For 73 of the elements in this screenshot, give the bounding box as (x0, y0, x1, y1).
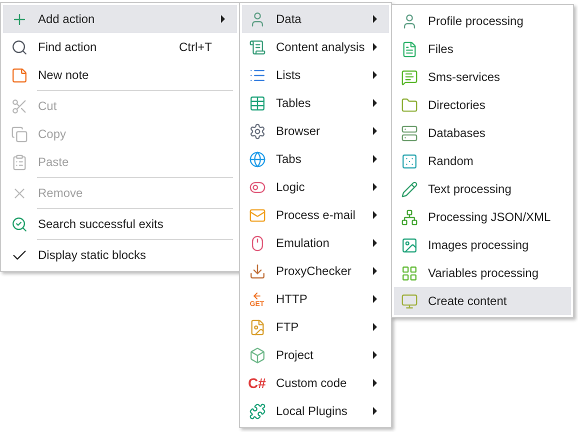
menu-item[interactable]: Files (394, 35, 571, 63)
menu-item[interactable]: Lists (242, 61, 389, 89)
menu-item[interactable]: Variables processing (394, 259, 571, 287)
submenu-arrow-icon (373, 323, 377, 331)
note-icon (10, 66, 28, 84)
file-icon (400, 40, 418, 58)
mail-icon (248, 206, 266, 224)
code-icon: C# (248, 376, 266, 390)
menu-item[interactable]: Local Plugins (242, 397, 389, 425)
menu-item[interactable]: Browser (242, 117, 389, 145)
submenu-arrow-icon (373, 15, 377, 23)
menu-item[interactable]: Emulation (242, 229, 389, 257)
menu-item[interactable]: ProxyChecker (242, 257, 389, 285)
menu-item[interactable]: Images processing (394, 231, 571, 259)
puzzle-icon (248, 402, 266, 420)
submenu-arrow-icon (373, 379, 377, 387)
search-check-icon (10, 216, 28, 232)
folder-icon (400, 96, 418, 114)
submenu-arrow-icon (373, 71, 377, 79)
document-icon (248, 38, 266, 56)
submenu-arrow-icon (221, 15, 225, 23)
submenu-arrow-icon (373, 43, 377, 51)
file-image-icon (248, 318, 266, 336)
chat-icon (400, 68, 418, 86)
menu-item[interactable]: Logic (242, 173, 389, 201)
menu-item[interactable]: Tables (242, 89, 389, 117)
pencil-icon (400, 180, 418, 198)
table-icon (248, 94, 266, 112)
menu-item[interactable]: FTP (242, 313, 389, 341)
scissors-icon (10, 98, 28, 114)
submenu-arrow-icon (373, 407, 377, 415)
grid-icon (400, 264, 418, 282)
submenu-arrow-icon (373, 267, 377, 275)
menu-item[interactable]: Tabs (242, 145, 389, 173)
submenu-arrow-icon (373, 183, 377, 191)
submenu-arrow-icon (373, 351, 377, 359)
submenu-arrow-icon (373, 211, 377, 219)
menu-item[interactable]: Add action (3, 5, 237, 33)
menu-item[interactable]: Directories (394, 91, 571, 119)
submenu-arrow-icon (373, 155, 377, 163)
globe-icon (248, 150, 266, 168)
cube-icon (248, 346, 266, 364)
download-icon (248, 262, 266, 280)
menu-item[interactable]: Databases (394, 119, 571, 147)
menu-item[interactable]: Profile processing (394, 7, 571, 35)
menu-item[interactable]: Find action Ctrl+T (3, 33, 237, 61)
clipboard-icon (10, 154, 28, 170)
submenu-arrow-icon (373, 239, 377, 247)
menu-item[interactable]: Search successful exits (3, 210, 237, 238)
menu-item[interactable]: New note (3, 61, 237, 89)
menu-item[interactable]: Content analysis (242, 33, 389, 61)
menu-item[interactable]: Processing JSON/XML (394, 203, 571, 231)
shortcut-label: Ctrl+T (179, 40, 213, 54)
menu-item[interactable]: Project (242, 341, 389, 369)
image-icon (400, 236, 418, 254)
menu-item[interactable]: Process e-mail (242, 201, 389, 229)
gear-icon (248, 122, 266, 140)
menu-item[interactable]: Text processing (394, 175, 571, 203)
database-icon (400, 124, 418, 142)
submenu-arrow-icon (373, 99, 377, 107)
dice-icon (400, 152, 418, 170)
menu-item[interactable]: Display static blocks (3, 241, 237, 269)
menu-item[interactable]: Create content (394, 287, 571, 315)
submenu-arrow-icon (373, 127, 377, 135)
monitor-icon (400, 292, 418, 310)
menu-item[interactable]: Random (394, 147, 571, 175)
hierarchy-icon (400, 208, 418, 226)
menu-item[interactable]: Data (242, 5, 389, 33)
search-icon (10, 38, 28, 56)
submenu-arrow-icon (373, 295, 377, 303)
menu-item[interactable]: C# Custom code (242, 369, 389, 397)
menu-item[interactable]: Sms-services (394, 63, 571, 91)
copy-icon (10, 126, 28, 142)
